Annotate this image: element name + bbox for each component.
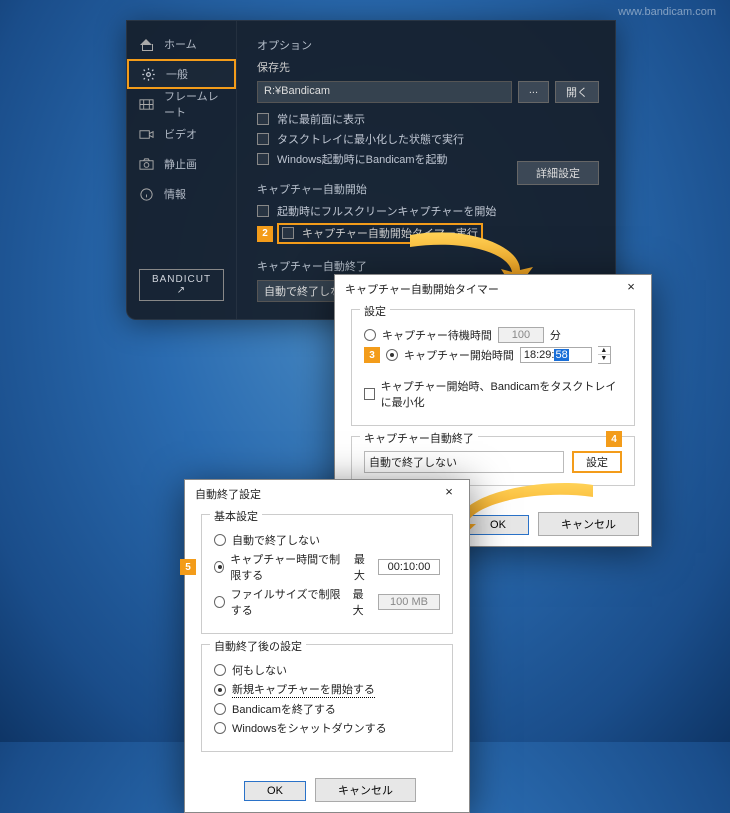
chevron-down-icon: ▼ [598, 355, 610, 363]
wait-label: キャプチャー待機時間 [382, 327, 492, 343]
radio-no-autoend[interactable] [214, 534, 226, 546]
mintray-label: タスクトレイに最小化した状態で実行 [277, 131, 464, 147]
after-quit-label: Bandicamを終了する [232, 701, 336, 717]
badge-5: 5 [180, 559, 196, 575]
starttime-label: キャプチャー開始時間 [404, 347, 514, 363]
info-icon [139, 187, 154, 202]
sidebar-item-label: ホーム [164, 36, 197, 52]
timer-autoend-legend: キャプチャー自動終了 [360, 430, 478, 446]
autoend-settings-button[interactable]: 設定 [586, 457, 608, 469]
savegroup-label: 保存先 [257, 59, 599, 75]
badge-2: 2 [257, 226, 273, 242]
close-icon[interactable]: × [621, 281, 641, 297]
checkbox-topmost[interactable] [257, 113, 269, 125]
radio-after-shutdown[interactable] [214, 722, 226, 734]
basic-legend: 基本設定 [210, 508, 262, 524]
badge-3: 3 [364, 347, 380, 363]
checkbox-mintray[interactable] [257, 133, 269, 145]
no-autoend-label: 自動で終了しない [232, 532, 320, 548]
camera-icon [139, 157, 154, 172]
after-nothing-label: 何もしない [232, 662, 287, 678]
timer-highlight: キャプチャー自動開始タイマー実行 [277, 223, 483, 244]
option-heading: オプション [257, 37, 599, 53]
topmost-label: 常に最前面に表示 [277, 111, 365, 127]
open-button[interactable]: 開く [555, 81, 599, 103]
fps-icon [139, 97, 154, 112]
sidebar-item-about[interactable]: 情報 [127, 179, 236, 209]
wait-input: 100 [498, 327, 544, 343]
badge-4: 4 [606, 431, 622, 447]
home-icon [139, 37, 154, 52]
limit-time-input[interactable]: 00:10:00 [378, 559, 440, 575]
autoend-heading: キャプチャー自動終了 [257, 258, 599, 274]
boot-label: Windows起動時にBandicamを起動 [277, 151, 448, 167]
limit-size-max: 最大 [353, 586, 372, 618]
checkbox-fullscreen[interactable] [257, 205, 269, 217]
browse-button[interactable]: ... [518, 81, 549, 103]
sidebar-item-label: フレームレート [164, 88, 224, 120]
radio-after-nothing[interactable] [214, 664, 226, 676]
gear-icon [141, 67, 156, 82]
save-path-input[interactable]: R:¥Bandicam [257, 81, 512, 103]
radio-after-newcap[interactable] [214, 684, 226, 696]
timer-settings-frame: 設定 キャプチャー待機時間 100 分 3 キャプチャー開始時間 18:29:5… [351, 309, 635, 426]
radio-limit-time[interactable] [214, 561, 224, 573]
video-icon [139, 127, 154, 142]
limit-size-input: 100 MB [378, 594, 440, 610]
limit-size-label: ファイルサイズで制限する [231, 586, 347, 618]
sidebar-item-label: ビデオ [164, 126, 197, 142]
timer-settings-legend: 設定 [360, 303, 390, 319]
ok-button[interactable]: OK [244, 781, 306, 801]
sidebar-item-fps[interactable]: フレームレート [127, 89, 236, 119]
sidebar-item-home[interactable]: ホーム [127, 29, 236, 59]
chevron-up-icon: ▲ [598, 347, 610, 355]
radio-after-quit[interactable] [214, 703, 226, 715]
limit-time-max: 最大 [354, 551, 372, 583]
sidebar-item-label: 一般 [166, 66, 188, 82]
ok-button[interactable]: OK [467, 515, 529, 535]
after-shutdown-label: Windowsをシャットダウンする [232, 720, 387, 736]
sidebar-item-label: 静止画 [164, 156, 197, 172]
close-icon[interactable]: × [439, 486, 459, 502]
bandicut-button[interactable]: BANDICUT ↗ [139, 269, 224, 301]
fullscreen-label: 起動時にフルスクリーンキャプチャーを開始 [277, 203, 496, 219]
radio-starttime[interactable] [386, 349, 398, 361]
sidebar: ホーム 一般 フレームレート ビデオ 静止画 [127, 21, 237, 319]
autoend-dialog-title: 自動終了設定 [195, 486, 261, 502]
advanced-button[interactable]: 詳細設定 [517, 161, 599, 185]
sidebar-item-video[interactable]: ビデオ [127, 119, 236, 149]
cancel-button[interactable]: キャンセル [538, 512, 639, 536]
basic-frame: 基本設定 自動で終了しない 5 キャプチャー時間で制限する 最大 00:10:0… [201, 514, 453, 634]
timer-autoend-state: 自動で終了しない [364, 451, 564, 473]
after-legend: 自動終了後の設定 [210, 638, 306, 654]
autoend-dialog: 自動終了設定 × 基本設定 自動で終了しない 5 キャプチャー時間で制限する 最… [184, 479, 470, 813]
sidebar-item-image[interactable]: 静止画 [127, 149, 236, 179]
settings-highlight: 設定 [572, 451, 622, 473]
checkbox-mintray-timer[interactable] [364, 388, 375, 400]
after-newcap-label: 新規キャプチャーを開始する [232, 681, 375, 698]
limit-time-label: キャプチャー時間で制限する [230, 551, 348, 583]
radio-wait[interactable] [364, 329, 376, 341]
radio-limit-size[interactable] [214, 596, 225, 608]
timer-label: キャプチャー自動開始タイマー実行 [302, 225, 478, 241]
after-frame: 自動終了後の設定 何もしない 新規キャプチャーを開始する Bandicamを終了… [201, 644, 453, 752]
wait-unit: 分 [550, 327, 561, 343]
checkbox-timer[interactable] [282, 227, 294, 239]
checkbox-boot[interactable] [257, 153, 269, 165]
sidebar-item-general[interactable]: 一般 [127, 59, 236, 89]
mintray-timer-label: キャプチャー開始時、Bandicamをタスクトレイに最小化 [381, 378, 622, 410]
time-spinner[interactable]: ▲▼ [598, 346, 611, 364]
sidebar-item-label: 情報 [164, 186, 186, 202]
timer-dialog-title: キャプチャー自動開始タイマー [345, 281, 499, 297]
watermark: www.bandicam.com [618, 6, 716, 18]
cancel-button[interactable]: キャンセル [315, 778, 416, 802]
starttime-input[interactable]: 18:29:58 [520, 347, 592, 363]
